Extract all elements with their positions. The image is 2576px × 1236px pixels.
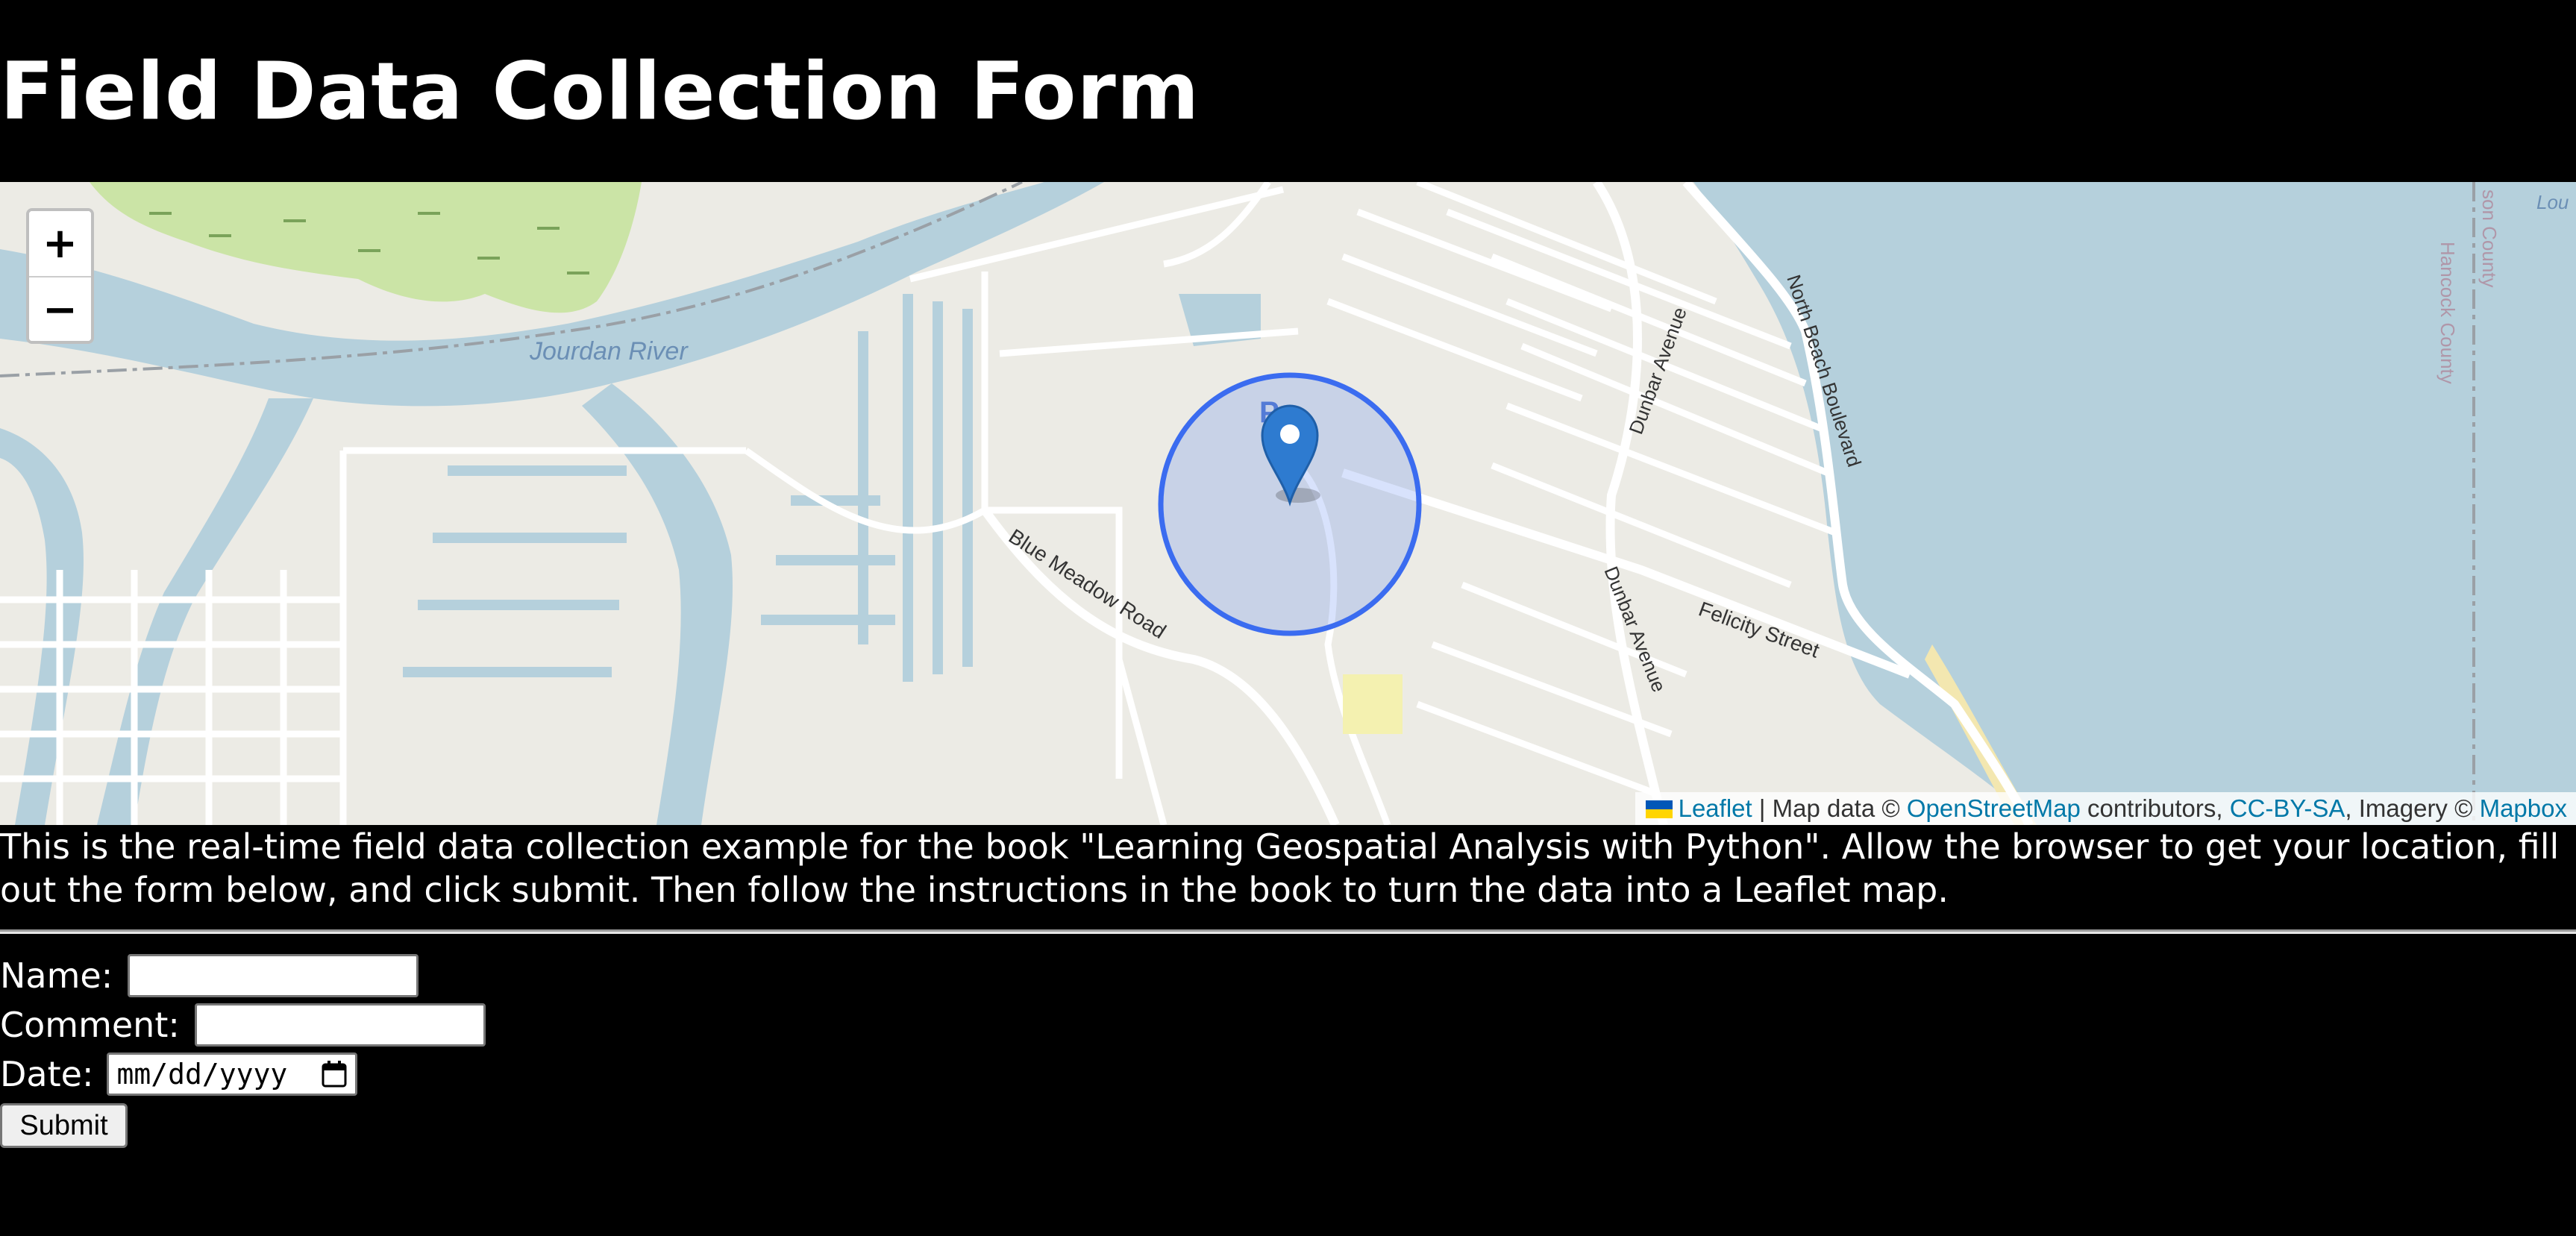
label-jourdan-river: Jourdan River — [529, 337, 689, 366]
comment-row: Comment: — [0, 1001, 486, 1049]
ukraine-flag-icon — [1645, 800, 1673, 818]
intro-text: This is the real-time field data collect… — [0, 826, 2560, 910]
date-label: Date: — [0, 1054, 94, 1094]
name-row: Name: — [0, 952, 419, 1000]
hospital-area — [1343, 674, 1403, 734]
date-placeholder: mm/dd/yyyy — [116, 1058, 288, 1091]
calendar-icon[interactable] — [321, 1060, 348, 1088]
date-row: Date: mm/dd/yyyy — [0, 1050, 358, 1098]
leaflet-link[interactable]: Leaflet — [1679, 794, 1752, 822]
submit-button[interactable]: Submit — [0, 1103, 128, 1148]
label-corner-partial: Lou — [2536, 191, 2569, 213]
comment-label: Comment: — [0, 1005, 180, 1045]
label-hancock-county: Hancock County — [2436, 242, 2459, 384]
name-label: Name: — [0, 956, 113, 996]
map[interactable]: Jourdan River Blue Meadow Road Dunbar Av… — [0, 182, 2576, 825]
page-title: Field Data Collection Form — [0, 46, 1200, 137]
date-input[interactable]: mm/dd/yyyy — [107, 1053, 358, 1096]
attribution-text-1: | Map data © — [1752, 794, 1907, 822]
name-input[interactable] — [128, 954, 419, 997]
license-link[interactable]: CC-BY-SA — [2230, 794, 2345, 822]
mapbox-link[interactable]: Mapbox — [2480, 794, 2567, 822]
zoom-out-button[interactable]: − — [29, 277, 91, 341]
comment-input[interactable] — [194, 1003, 486, 1047]
zoom-in-button[interactable]: + — [29, 211, 91, 277]
label-county-partial: son County — [2478, 189, 2501, 288]
attribution-text-3: , Imagery © — [2345, 794, 2480, 822]
attribution-text-2: contributors, — [2080, 794, 2230, 822]
divider — [0, 929, 2576, 934]
map-tiles[interactable]: Jourdan River Blue Meadow Road Dunbar Av… — [0, 182, 2576, 825]
map-attribution: Leaflet | Map data © OpenStreetMap contr… — [1635, 792, 2576, 825]
zoom-control: + − — [26, 208, 94, 344]
openstreetmap-link[interactable]: OpenStreetMap — [1907, 794, 2081, 822]
